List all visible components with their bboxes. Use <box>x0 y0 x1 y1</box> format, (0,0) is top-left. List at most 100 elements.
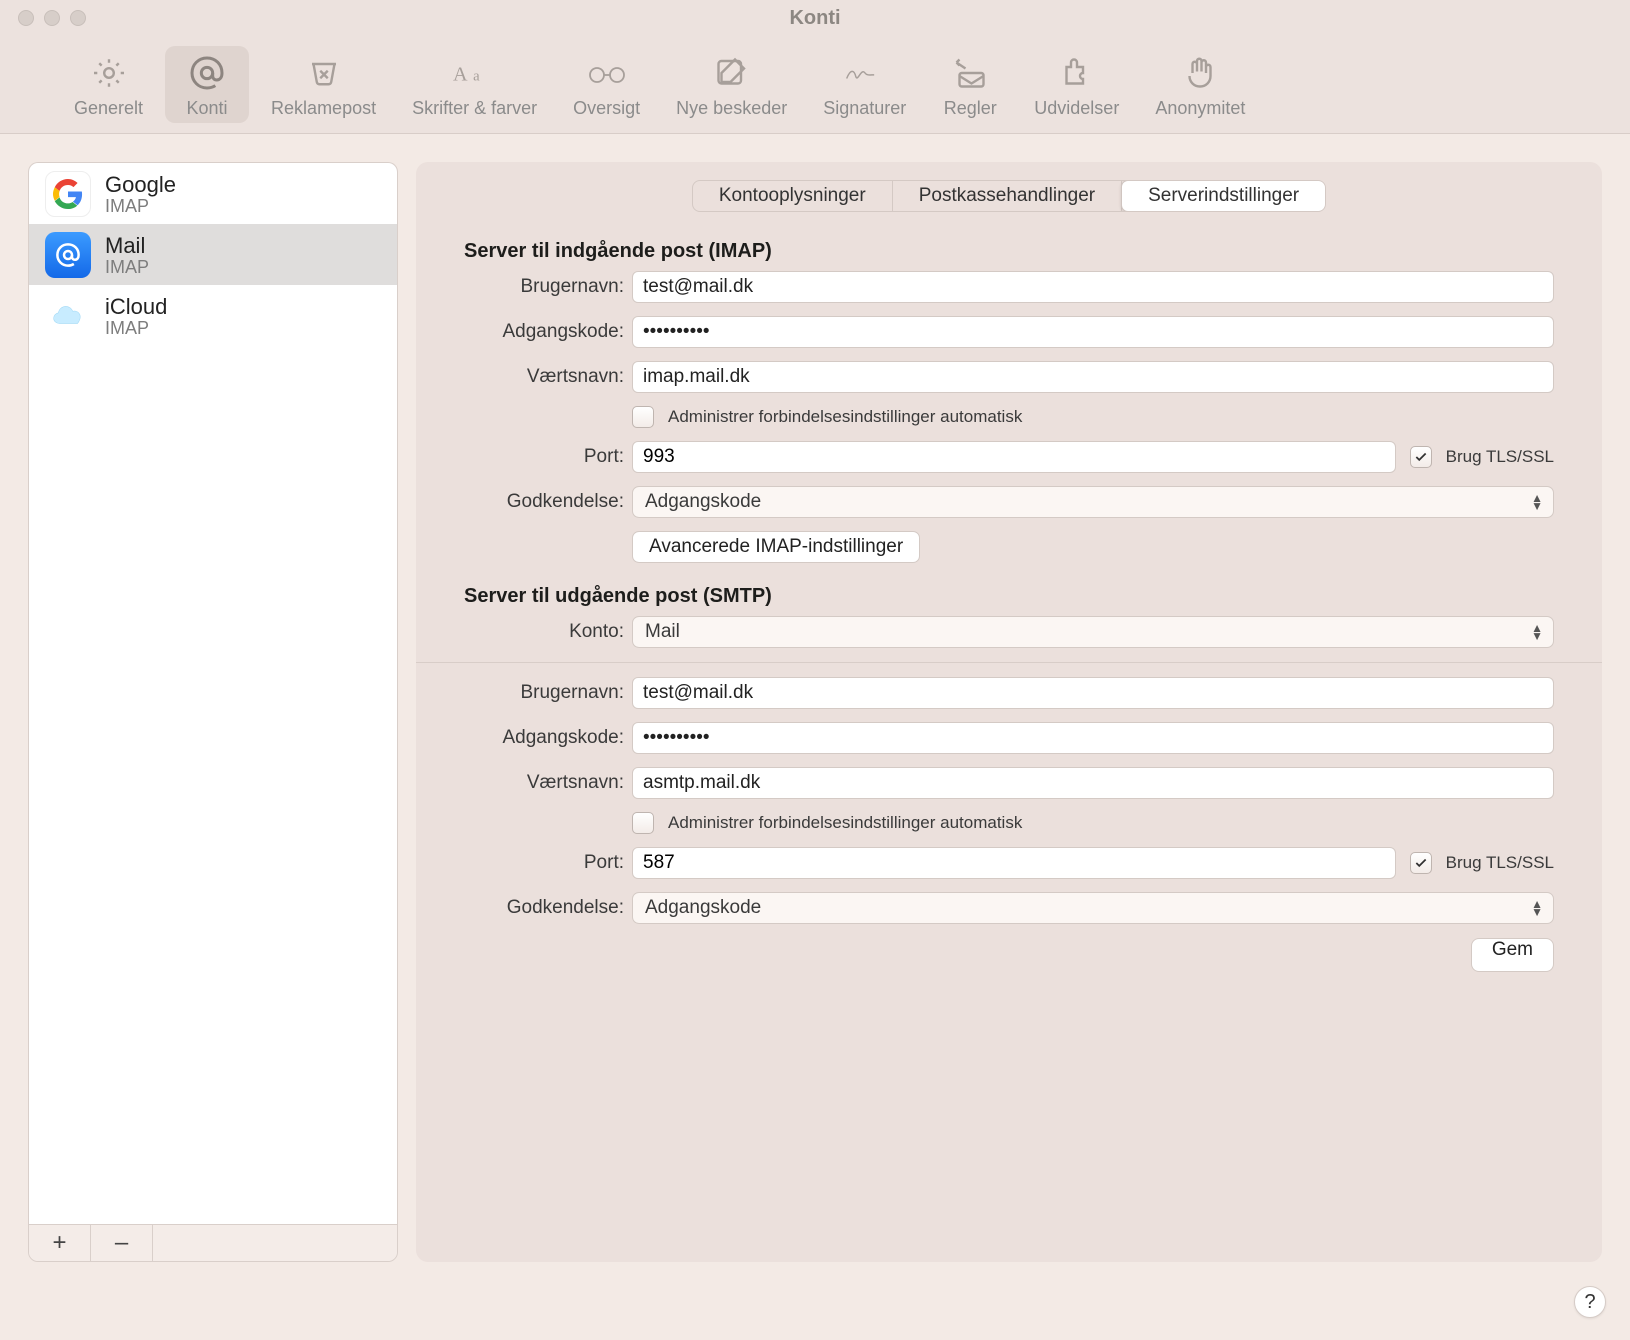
label-incoming-host: Værtsnavn: <box>527 366 624 388</box>
updown-icon: ▲▼ <box>1531 624 1543 640</box>
toolbar-label: Nye beskeder <box>676 98 787 119</box>
window-title: Konti <box>0 7 1630 30</box>
label-outgoing-pass: Adgangskode: <box>503 727 625 749</box>
svg-text:A: A <box>453 63 468 85</box>
incoming-auto-label: Administrer forbindelsesindstillinger au… <box>668 407 1022 427</box>
footer-spacer <box>153 1225 397 1261</box>
label-incoming-pass: Adgangskode: <box>503 321 625 343</box>
outgoing-auto-checkbox[interactable] <box>632 812 654 834</box>
rules-icon <box>950 52 990 94</box>
glasses-icon <box>583 52 631 94</box>
incoming-password-input[interactable] <box>632 316 1554 348</box>
toolbar-label: Konti <box>187 98 228 119</box>
toolbar-rules[interactable]: Regler <box>928 46 1012 123</box>
junk-icon <box>304 52 344 94</box>
settings-panel: Kontooplysninger Postkassehandlinger Ser… <box>416 162 1602 1262</box>
incoming-auth-value: Adgangskode <box>645 491 761 513</box>
incoming-host-input[interactable] <box>632 361 1554 393</box>
toolbar-privacy[interactable]: Anonymitet <box>1141 46 1259 123</box>
puzzle-icon <box>1059 52 1095 94</box>
label-incoming-auth: Godkendelse: <box>507 491 624 513</box>
toolbar-label: Regler <box>944 98 997 119</box>
updown-icon: ▲▼ <box>1531 900 1543 916</box>
outgoing-port-input[interactable] <box>632 847 1396 879</box>
account-name: Google <box>105 172 176 198</box>
tab-bar: Kontooplysninger Postkassehandlinger Ser… <box>464 180 1554 212</box>
outgoing-section-title: Server til udgående post (SMTP) <box>464 585 1554 608</box>
account-protocol: IMAP <box>105 318 167 339</box>
outgoing-username-input[interactable] <box>632 677 1554 709</box>
toolbar-extensions[interactable]: Udvidelser <box>1020 46 1133 123</box>
label-outgoing-account: Konto: <box>569 621 624 643</box>
tab-server-settings[interactable]: Serverindstillinger <box>1121 180 1326 212</box>
toolbar-label: Generelt <box>74 98 143 119</box>
google-icon <box>45 171 91 217</box>
account-name: Mail <box>105 233 149 259</box>
outgoing-account-select[interactable]: Mail ▲▼ <box>632 616 1554 648</box>
mail-at-icon <box>45 232 91 278</box>
account-row-icloud[interactable]: iCloud IMAP <box>29 285 397 346</box>
toolbar-label: Skrifter & farver <box>412 98 537 119</box>
label-incoming-port: Port: <box>584 446 624 468</box>
outgoing-tls-checkbox[interactable] <box>1410 852 1432 874</box>
updown-icon: ▲▼ <box>1531 494 1543 510</box>
incoming-username-input[interactable] <box>632 271 1554 303</box>
outgoing-host-input[interactable] <box>632 767 1554 799</box>
outgoing-account-value: Mail <box>645 621 680 643</box>
signature-icon <box>843 52 887 94</box>
incoming-auth-select[interactable]: Adgangskode ▲▼ <box>632 486 1554 518</box>
tab-account-info[interactable]: Kontooplysninger <box>693 181 893 211</box>
fonts-icon: Aa <box>453 52 497 94</box>
accounts-footer: + – <box>28 1224 398 1262</box>
account-protocol: IMAP <box>105 257 149 278</box>
gear-icon <box>91 52 127 94</box>
account-name: iCloud <box>105 294 167 320</box>
preferences-toolbar: Generelt Konti Reklamepost Aa Skrifter &… <box>0 36 1630 134</box>
help-button[interactable]: ? <box>1574 1286 1606 1318</box>
accounts-sidebar: Google IMAP Mail IMAP iCloud <box>28 162 398 1262</box>
toolbar-signatures[interactable]: Signaturer <box>809 46 920 123</box>
incoming-section-title: Server til indgående post (IMAP) <box>464 240 1554 263</box>
outgoing-auth-select[interactable]: Adgangskode ▲▼ <box>632 892 1554 924</box>
incoming-port-input[interactable] <box>632 441 1396 473</box>
remove-account-button[interactable]: – <box>91 1225 153 1261</box>
advanced-imap-button[interactable]: Avancerede IMAP-indstillinger <box>632 531 920 563</box>
add-account-button[interactable]: + <box>29 1225 91 1261</box>
toolbar-label: Oversigt <box>573 98 640 119</box>
svg-text:a: a <box>473 68 480 84</box>
label-outgoing-port: Port: <box>584 852 624 874</box>
label-outgoing-host: Værtsnavn: <box>527 772 624 794</box>
outgoing-auth-value: Adgangskode <box>645 897 761 919</box>
accounts-list: Google IMAP Mail IMAP iCloud <box>28 162 398 1224</box>
outgoing-auto-label: Administrer forbindelsesindstillinger au… <box>668 813 1022 833</box>
incoming-tls-checkbox[interactable] <box>1410 446 1432 468</box>
label-incoming-user: Brugernavn: <box>520 276 624 298</box>
save-button[interactable]: Gem <box>1471 938 1554 972</box>
toolbar-label: Udvidelser <box>1034 98 1119 119</box>
account-row-google[interactable]: Google IMAP <box>29 163 397 224</box>
compose-icon <box>714 52 750 94</box>
icloud-icon <box>45 293 91 339</box>
toolbar-junk[interactable]: Reklamepost <box>257 46 390 123</box>
toolbar-composing[interactable]: Nye beskeder <box>662 46 801 123</box>
incoming-auto-checkbox[interactable] <box>632 406 654 428</box>
label-outgoing-auth: Godkendelse: <box>507 897 624 919</box>
toolbar-label: Reklamepost <box>271 98 376 119</box>
outgoing-tls-label: Brug TLS/SSL <box>1446 853 1554 873</box>
toolbar-fonts[interactable]: Aa Skrifter & farver <box>398 46 551 123</box>
account-row-mail[interactable]: Mail IMAP <box>29 224 397 285</box>
account-protocol: IMAP <box>105 196 176 217</box>
toolbar-general[interactable]: Generelt <box>60 46 157 123</box>
label-outgoing-user: Brugernavn: <box>520 682 624 704</box>
toolbar-viewing[interactable]: Oversigt <box>559 46 654 123</box>
toolbar-label: Anonymitet <box>1155 98 1245 119</box>
divider <box>416 662 1602 663</box>
toolbar-label: Signaturer <box>823 98 906 119</box>
outgoing-password-input[interactable] <box>632 722 1554 754</box>
at-icon <box>187 52 227 94</box>
toolbar-accounts[interactable]: Konti <box>165 46 249 123</box>
tab-mailbox-behaviors[interactable]: Postkassehandlinger <box>893 181 1122 211</box>
incoming-tls-label: Brug TLS/SSL <box>1446 447 1554 467</box>
titlebar: Konti <box>0 0 1630 36</box>
hand-icon <box>1182 52 1218 94</box>
